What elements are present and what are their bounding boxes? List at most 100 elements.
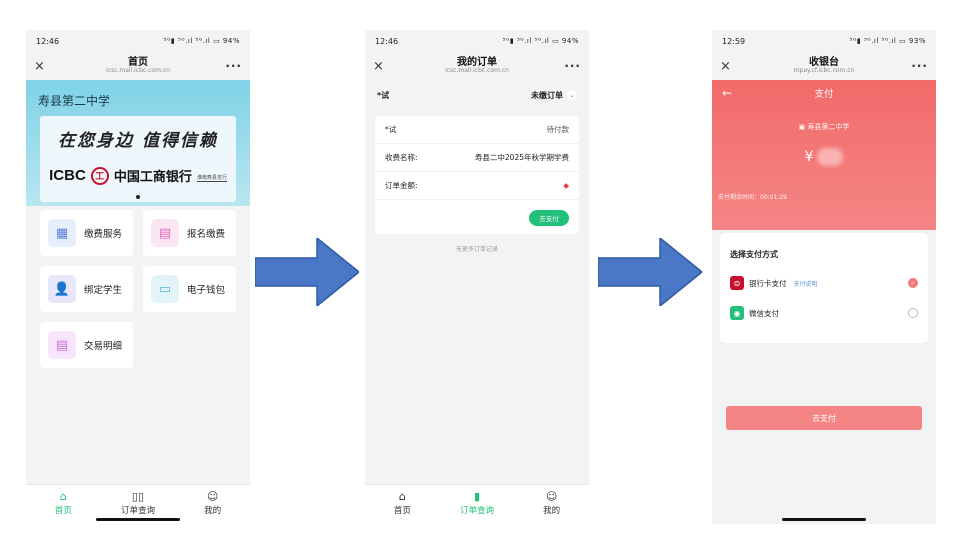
home-icon: ⌂ (398, 490, 406, 503)
radio-checked-icon[interactable]: ✓ (908, 278, 918, 288)
icbc-banner[interactable]: 在您身边 值得信赖 ICBC 工 中国工商银行 淮南寿县支行 (40, 116, 236, 202)
service-card-label: 绑定学生 (84, 285, 123, 296)
orders-icon: ▯▯ (131, 490, 145, 503)
order-student-name: *试 (385, 125, 397, 134)
payment-method-label: 微信支付 (749, 308, 779, 318)
nav-title-block: 首页 icsc.mall.icbc.com.cn (106, 57, 170, 75)
tab-profile[interactable]: ☺ 我的 (524, 490, 580, 516)
order-amount-label: 订单金额: (385, 181, 418, 190)
service-card[interactable]: ▦ 缴费服务 (40, 210, 133, 256)
radio-unchecked-icon[interactable] (908, 308, 918, 318)
order-amount-row: 订单金额: ◆ (375, 172, 579, 200)
user-icon: 👤 (48, 275, 76, 303)
status-icons: ⁵ᴳ▮ ⁵ᴳ.ıl ⁵ᴳ.ıl ▭ 93% (849, 37, 926, 45)
tab-profile[interactable]: ☺ 我的 (185, 490, 241, 516)
status-bar: 12:59 ⁵ᴳ▮ ⁵ᴳ.ıl ⁵ᴳ.ıl ▭ 93% (712, 30, 936, 52)
icbc-logo-icon: 工 (90, 166, 109, 185)
close-icon[interactable]: × (34, 59, 52, 74)
order-header-row: *试 待付款 (375, 116, 579, 144)
banner-slogan: 在您身边 值得信赖 (58, 131, 218, 151)
nav-bar: × 我的订单 icsc.mall.icbc.com.cn ··· (365, 52, 589, 80)
no-more-records: 无更多订单记录 (455, 246, 498, 253)
flow-arrow-icon (255, 238, 359, 306)
tab-orders[interactable]: ▮ 订单查询 (449, 490, 505, 516)
payment-title: 支付 (814, 89, 834, 100)
profile-icon: ☺ (206, 490, 219, 503)
bank-card-icon: ⊜ (730, 276, 744, 290)
student-filter[interactable]: *试 (377, 90, 389, 101)
order-status-dropdown[interactable]: 未缴订单 ⌄ (531, 90, 577, 101)
home-indicator (96, 518, 180, 521)
tab-label: 我的 (204, 506, 222, 516)
grid-icon: ▦ (48, 219, 76, 247)
payment-method-option[interactable]: ◉ 微信支付 (730, 298, 918, 328)
more-icon[interactable]: ··· (910, 59, 928, 73)
nav-bar: × 收银台 mpay.cf.icbc.com.cn ··· (712, 52, 936, 80)
more-icon[interactable]: ··· (224, 59, 242, 73)
icbc-branch: 淮南寿县支行 (196, 175, 227, 182)
phone-screen-orders: 12:46 ⁵ᴳ▮ ⁵ᴳ.ıl ⁵ᴳ.ıl ▭ 94% × 我的订单 icsc.… (365, 30, 589, 524)
status-time: 12:59 (722, 36, 746, 46)
close-icon[interactable]: × (373, 59, 391, 74)
list-icon: ▤ (48, 331, 76, 359)
payment-method-label: 银行卡支付 (749, 278, 787, 288)
payment-method-title: 选择支付方式 (730, 250, 778, 259)
service-card[interactable]: ▤ 交易明细 (40, 322, 133, 368)
nav-title-block: 我的订单 icsc.mall.icbc.com.cn (445, 57, 509, 75)
nav-bar: × 首页 icsc.mall.icbc.com.cn ··· (26, 52, 250, 80)
payment-method-help-link[interactable]: 支付说明 (794, 279, 818, 288)
tab-home[interactable]: ⌂ 首页 (35, 490, 91, 516)
flow-arrow-icon (598, 238, 702, 306)
status-bar: 12:46 ⁵ᴳ▮ ⁵ᴳ.ıl ⁵ᴳ.ıl ▭ 94% (26, 30, 250, 52)
order-item-row: 收费名称: 寿县二中2025年秋学期学费 (375, 144, 579, 172)
service-card[interactable]: ▤ 报名缴费 (143, 210, 236, 256)
school-name: 寿县第二中学 (38, 94, 111, 108)
home-icon: ⌂ (59, 490, 67, 503)
tab-label: 订单查询 (459, 506, 494, 516)
payment-method-option[interactable]: ⊜ 银行卡支付 支付说明 ✓ (730, 268, 918, 298)
more-icon[interactable]: ··· (563, 59, 581, 73)
order-card: *试 待付款 收费名称: 寿县二中2025年秋学期学费 订单金额: ◆ 去支付 (375, 116, 579, 234)
service-card[interactable]: 👤 绑定学生 (40, 266, 133, 312)
page-url: icsc.mall.icbc.com.cn (445, 67, 509, 75)
tab-home[interactable]: ⌂ 首页 (374, 490, 430, 516)
icbc-wordmark: ICBC (49, 167, 86, 184)
order-status: 待付款 (546, 125, 570, 134)
service-card[interactable]: ▭ 电子钱包 (143, 266, 236, 312)
icbc-brand: ICBC 工 中国工商银行 淮南寿县支行 (40, 166, 236, 185)
order-status-label: 未缴订单 (531, 90, 563, 100)
phone-screen-checkout: 12:59 ⁵ᴳ▮ ⁵ᴳ.ıl ⁵ᴳ.ıl ▭ 93% × 收银台 mpay.c… (712, 30, 936, 524)
form-icon: ▤ (151, 219, 179, 247)
page-url: icsc.mall.icbc.com.cn (106, 67, 170, 75)
status-time: 12:46 (375, 36, 399, 46)
status-bar: 12:46 ⁵ᴳ▮ ⁵ᴳ.ıl ⁵ᴳ.ıl ▭ 94% (365, 30, 589, 52)
home-indicator (782, 518, 866, 521)
payment-header: ← 支付 ▣ 寿县第二中学 ¥ 支付剩余时间：00:01:29 (712, 80, 936, 230)
service-card-label: 报名缴费 (187, 229, 226, 240)
school-header: 寿县第二中学 在您身边 值得信赖 ICBC 工 中国工商银行 淮南寿县支行 (26, 80, 250, 206)
go-pay-button[interactable]: 去支付 (726, 406, 922, 430)
tab-label: 我的 (543, 506, 561, 516)
service-grid: ▦ 缴费服务 ▤ 报名缴费 👤 绑定学生 ▭ 电子钱包 ▤ 交易明细 (40, 210, 236, 368)
payment-countdown: 支付剩余时间：00:01:29 (718, 194, 787, 201)
payment-method-card: 选择支付方式 ⊜ 银行卡支付 支付说明 ✓ ◉ 微信支付 (720, 233, 928, 343)
chevron-down-icon: ⌄ (567, 90, 577, 100)
go-pay-button[interactable]: 去支付 (529, 210, 569, 226)
status-icons: ⁵ᴳ▮ ⁵ᴳ.ıl ⁵ᴳ.ıl ▭ 94% (502, 37, 579, 45)
orders-icon: ▮ (473, 490, 481, 503)
status-time: 12:46 (36, 36, 60, 46)
close-icon[interactable]: × (720, 59, 738, 74)
phone-screen-home: 12:46 ⁵ᴳ▮ ⁵ᴳ.ıl ⁵ᴳ.ıl ▭ 94% × 首页 icsc.ma… (26, 30, 250, 524)
tab-label: 首页 (54, 506, 72, 516)
service-card-label: 缴费服务 (84, 229, 123, 240)
profile-icon: ☺ (545, 490, 558, 503)
tab-bar: ⌂ 首页 ▮ 订单查询 ☺ 我的 (365, 484, 589, 524)
tab-label: 订单查询 (120, 506, 155, 516)
currency-symbol: ¥ (804, 149, 814, 165)
order-filter-row: *试 未缴订单 ⌄ (365, 80, 589, 110)
payment-method-list: ⊜ 银行卡支付 支付说明 ✓ ◉ 微信支付 (730, 268, 918, 328)
tab-orders[interactable]: ▯▯ 订单查询 (110, 490, 166, 516)
payment-amount: ¥ (712, 148, 936, 166)
order-item-value: 寿县二中2025年秋学期学费 (474, 153, 569, 162)
nav-title-block: 收银台 mpay.cf.icbc.com.cn (794, 57, 855, 75)
